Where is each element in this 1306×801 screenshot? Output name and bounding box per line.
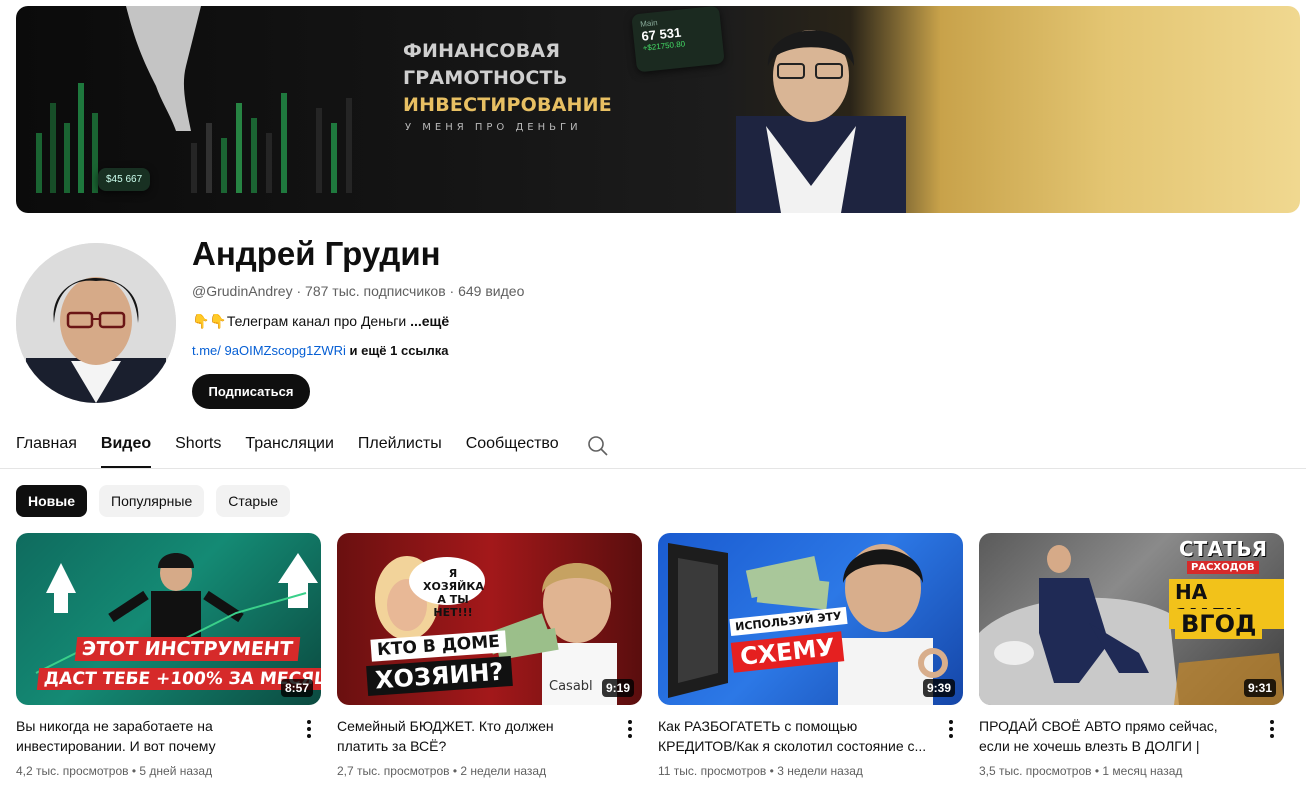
more-vert-icon[interactable] bbox=[941, 717, 961, 741]
thumb-caption-1: СТАТЬЯ bbox=[1179, 537, 1268, 561]
subscriber-count: 787 тыс. подписчиков bbox=[305, 283, 446, 299]
video-duration: 8:57 bbox=[280, 679, 313, 697]
description-emoji: 👇👇 bbox=[192, 313, 227, 329]
banner-person-photo bbox=[736, 30, 906, 213]
channel-links: t.me/ 9aOIMZscopg1ZWRi и ещё 1 ссылка bbox=[192, 343, 449, 358]
video-age: 1 месяц назад bbox=[1102, 764, 1183, 778]
more-vert-icon[interactable] bbox=[299, 717, 319, 741]
video-meta: 11 тыс. просмотров • 3 недели назад bbox=[658, 764, 963, 778]
video-thumbnail[interactable]: Я ХОЗЯЙКА А ТЫ НЕТ!!! КТО В ДОМЕ ХОЗЯИН?… bbox=[337, 533, 642, 705]
banner-hand-illustration bbox=[126, 6, 201, 131]
video-age: 3 недели назад bbox=[777, 764, 863, 778]
sort-chips: Новые Популярные Старые bbox=[16, 485, 302, 517]
video-title[interactable]: Как РАЗБОГАТЕТЬ с помощью КРЕДИТОВ/Как я… bbox=[658, 716, 928, 756]
banner-line-2: ГРАМОТНОСТЬ bbox=[403, 67, 568, 89]
banner-stock-card-bottom: $45 667 bbox=[98, 168, 151, 191]
video-views: 11 тыс. просмотров bbox=[658, 764, 767, 778]
video-thumbnail[interactable]: ИСПОЛЬЗУЙ ЭТУ СХЕМУ 9:39 bbox=[658, 533, 963, 705]
meta-separator: · bbox=[445, 283, 459, 299]
chip-popular[interactable]: Популярные bbox=[99, 485, 205, 517]
channel-tabs: Главная Видео Shorts Трансляции Плейлист… bbox=[16, 425, 609, 468]
video-thumbnail[interactable]: ЭТОТ ИНСТРУМЕНТ ДАСТ ТЕБЕ +100% ЗА МЕСЯЦ… bbox=[16, 533, 321, 705]
video-card: СТАТЬЯ РАСХОДОВ НА 1МЛН ВГОД 9:31 ПРОДАЙ… bbox=[979, 533, 1284, 778]
meta-separator: • bbox=[1091, 764, 1103, 778]
telegram-link[interactable]: t.me/ 9aOIMZscopg1ZWRi bbox=[192, 343, 346, 358]
banner-headline: ФИНАНСОВАЯ ГРАМОТНОСТЬ ИНВЕСТИРОВАНИЕ У … bbox=[403, 38, 612, 137]
video-age: 5 дней назад bbox=[139, 764, 213, 778]
banner-line-3: ИНВЕСТИРОВАНИЕ bbox=[403, 94, 612, 116]
meta-separator: · bbox=[292, 283, 306, 299]
video-duration: 9:19 bbox=[601, 679, 634, 697]
video-duration: 9:31 bbox=[1243, 679, 1276, 697]
tabs-divider bbox=[0, 468, 1306, 469]
channel-name: Андрей Грудин bbox=[192, 235, 441, 272]
video-card: Я ХОЗЯЙКА А ТЫ НЕТ!!! КТО В ДОМЕ ХОЗЯИН?… bbox=[337, 533, 642, 778]
video-title[interactable]: Вы никогда не заработаете на инвестирова… bbox=[16, 716, 286, 756]
more-vert-icon[interactable] bbox=[620, 717, 640, 741]
thumb-watermark: Casabl bbox=[549, 679, 593, 694]
video-card: ЭТОТ ИНСТРУМЕНТ ДАСТ ТЕБЕ +100% ЗА МЕСЯЦ… bbox=[16, 533, 321, 778]
video-count: 649 видео bbox=[458, 283, 525, 299]
tab-videos[interactable]: Видео bbox=[100, 425, 152, 468]
video-views: 2,7 тыс. просмотров bbox=[337, 764, 450, 778]
banner-tagline: У МЕНЯ ПРО ДЕНЬГИ bbox=[405, 122, 582, 133]
meta-separator: • bbox=[449, 764, 461, 778]
more-vert-icon[interactable] bbox=[1262, 717, 1282, 741]
video-views: 3,5 тыс. просмотров bbox=[979, 764, 1092, 778]
video-grid: ЭТОТ ИНСТРУМЕНТ ДАСТ ТЕБЕ +100% ЗА МЕСЯЦ… bbox=[16, 533, 1300, 778]
video-age: 2 недели назад bbox=[460, 764, 547, 778]
subscribe-button[interactable]: Подписаться bbox=[192, 374, 310, 409]
video-views: 4,2 тыс. просмотров bbox=[16, 764, 129, 778]
thumb-caption-2: ДАСТ ТЕБЕ +100% ЗА МЕСЯЦ bbox=[36, 668, 321, 690]
meta-separator: • bbox=[128, 764, 140, 778]
channel-handle: @GrudinAndrey bbox=[192, 283, 293, 299]
search-icon[interactable] bbox=[587, 435, 609, 457]
video-duration: 9:39 bbox=[922, 679, 955, 697]
video-meta: 3,5 тыс. просмотров • 1 месяц назад bbox=[979, 764, 1284, 778]
tab-playlists[interactable]: Плейлисты bbox=[358, 425, 442, 468]
video-title[interactable]: Семейный БЮДЖЕТ. Кто должен платить за В… bbox=[337, 716, 607, 756]
channel-avatar[interactable] bbox=[16, 243, 176, 403]
meta-separator: • bbox=[766, 764, 778, 778]
thumb-caption-1: ЭТОТ ИНСТРУМЕНТ bbox=[74, 637, 300, 661]
thumb-caption-2: РАСХОДОВ bbox=[1187, 561, 1259, 574]
tab-home[interactable]: Главная bbox=[16, 425, 77, 468]
thumb-speech-bubble: Я ХОЗЯЙКА А ТЫ НЕТ!!! bbox=[423, 567, 484, 619]
description-more-button[interactable]: ...ещё bbox=[410, 313, 449, 329]
video-card: ИСПОЛЬЗУЙ ЭТУ СХЕМУ 9:39 Как РАЗБОГАТЕТЬ… bbox=[658, 533, 963, 778]
chip-newest[interactable]: Новые bbox=[16, 485, 88, 517]
video-title[interactable]: ПРОДАЙ СВОЁ АВТО прямо сейчас, если не х… bbox=[979, 716, 1249, 756]
thumb-caption-4: ВГОД bbox=[1175, 609, 1263, 639]
banner-line-1: ФИНАНСОВАЯ bbox=[403, 40, 561, 62]
video-meta: 4,2 тыс. просмотров • 5 дней назад bbox=[16, 764, 321, 778]
more-links-button[interactable]: и ещё 1 ссылка bbox=[346, 343, 448, 358]
tab-shorts[interactable]: Shorts bbox=[175, 425, 221, 468]
tab-community[interactable]: Сообщество bbox=[466, 425, 559, 468]
tab-live[interactable]: Трансляции bbox=[245, 425, 334, 468]
video-thumbnail[interactable]: СТАТЬЯ РАСХОДОВ НА 1МЛН ВГОД 9:31 bbox=[979, 533, 1284, 705]
chip-oldest[interactable]: Старые bbox=[216, 485, 291, 517]
channel-meta: @GrudinAndrey · 787 тыс. подписчиков · 6… bbox=[192, 283, 524, 299]
description-text: Телеграм канал про Деньги bbox=[226, 313, 411, 329]
video-meta: 2,7 тыс. просмотров • 2 недели назад bbox=[337, 764, 642, 778]
channel-description[interactable]: 👇👇Телеграм канал про Деньги ...ещё bbox=[192, 313, 449, 330]
channel-banner: $45 667 Main 67 531 +$21750.80 ФИНАНСОВА… bbox=[16, 6, 1300, 213]
